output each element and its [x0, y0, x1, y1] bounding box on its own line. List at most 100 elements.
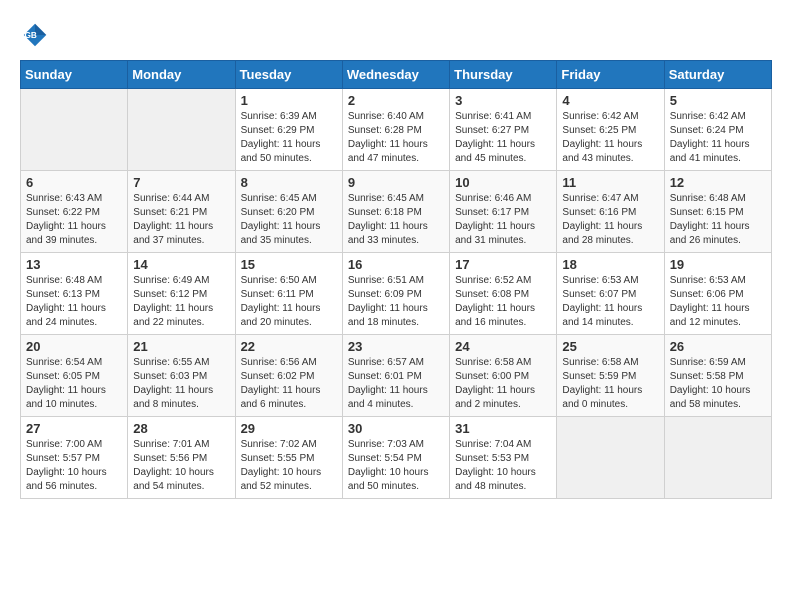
day-number: 20 — [26, 339, 122, 354]
day-info: Sunrise: 6:46 AM Sunset: 6:17 PM Dayligh… — [455, 192, 551, 248]
calendar-cell: 19 Sunrise: 6:53 AM Sunset: 6:06 PM Dayli… — [664, 253, 771, 335]
calendar-cell: 15Sunrise: 6:50 AM Sunset: 6:11 PM Dayli… — [235, 253, 342, 335]
day-info: Sunrise: 6:53 AM Sunset: 6:07 PM Dayligh… — [562, 274, 658, 330]
day-info: Sunrise: 6:52 AM Sunset: 6:08 PM Dayligh… — [455, 274, 551, 330]
calendar-cell: 27 Sunrise: 7:00 AM Sunset: 5:57 PM Dayli… — [21, 417, 128, 499]
calendar-cell: 10 Sunrise: 6:46 AM Sunset: 6:17 PM Dayli… — [450, 171, 557, 253]
calendar-cell: 29Sunrise: 7:02 AM Sunset: 5:55 PM Dayli… — [235, 417, 342, 499]
day-info: Sunrise: 7:00 AM Sunset: 5:57 PM Dayligh… — [26, 438, 122, 494]
logo-icon: GB — [20, 20, 50, 50]
day-info: Sunrise: 6:42 AM Sunset: 6:25 PM Dayligh… — [562, 110, 658, 166]
page-header: GB — [20, 20, 772, 50]
calendar-cell: 23 Sunrise: 6:57 AM Sunset: 6:01 PM Dayli… — [342, 335, 449, 417]
calendar-cell: 28 Sunrise: 7:01 AM Sunset: 5:56 PM Dayli… — [128, 417, 235, 499]
calendar-cell: 13Sunrise: 6:48 AM Sunset: 6:13 PM Dayli… — [21, 253, 128, 335]
calendar-cell: 20 Sunrise: 6:54 AM Sunset: 6:05 PM Dayli… — [21, 335, 128, 417]
day-info: Sunrise: 6:58 AM Sunset: 5:59 PM Dayligh… — [562, 356, 658, 412]
day-number: 21 — [133, 339, 229, 354]
day-info: Sunrise: 6:47 AM Sunset: 6:16 PM Dayligh… — [562, 192, 658, 248]
calendar-cell: 12Sunrise: 6:48 AM Sunset: 6:15 PM Dayli… — [664, 171, 771, 253]
calendar-cell: 18 Sunrise: 6:53 AM Sunset: 6:07 PM Dayli… — [557, 253, 664, 335]
day-number: 26 — [670, 339, 766, 354]
day-info: Sunrise: 6:45 AM Sunset: 6:20 PM Dayligh… — [241, 192, 337, 248]
calendar-cell: 14Sunrise: 6:49 AM Sunset: 6:12 PM Dayli… — [128, 253, 235, 335]
day-number: 29 — [241, 421, 337, 436]
day-number: 14 — [133, 257, 229, 272]
day-number: 3 — [455, 93, 551, 108]
calendar-cell: 9 Sunrise: 6:45 AM Sunset: 6:18 PM Daylig… — [342, 171, 449, 253]
calendar-cell: 31Sunrise: 7:04 AM Sunset: 5:53 PM Dayli… — [450, 417, 557, 499]
day-number: 11 — [562, 175, 658, 190]
day-info: Sunrise: 6:43 AM Sunset: 6:22 PM Dayligh… — [26, 192, 122, 248]
day-number: 18 — [562, 257, 658, 272]
calendar-cell — [557, 417, 664, 499]
day-info: Sunrise: 6:58 AM Sunset: 6:00 PM Dayligh… — [455, 356, 551, 412]
day-number: 31 — [455, 421, 551, 436]
calendar-cell: 3Sunrise: 6:41 AM Sunset: 6:27 PM Daylig… — [450, 89, 557, 171]
calendar-cell: 17 Sunrise: 6:52 AM Sunset: 6:08 PM Dayli… — [450, 253, 557, 335]
calendar-cell: 1Sunrise: 6:39 AM Sunset: 6:29 PM Daylig… — [235, 89, 342, 171]
calendar-cell — [21, 89, 128, 171]
day-info: Sunrise: 6:42 AM Sunset: 6:24 PM Dayligh… — [670, 110, 766, 166]
calendar-cell: 4 Sunrise: 6:42 AM Sunset: 6:25 PM Daylig… — [557, 89, 664, 171]
calendar-cell: 21 Sunrise: 6:55 AM Sunset: 6:03 PM Dayli… — [128, 335, 235, 417]
calendar-cell — [128, 89, 235, 171]
weekday-header: Wednesday — [342, 61, 449, 89]
day-info: Sunrise: 6:48 AM Sunset: 6:15 PM Dayligh… — [670, 192, 766, 248]
calendar-header: SundayMondayTuesdayWednesdayThursdayFrid… — [21, 61, 772, 89]
weekday-header: Friday — [557, 61, 664, 89]
day-info: Sunrise: 6:55 AM Sunset: 6:03 PM Dayligh… — [133, 356, 229, 412]
weekday-row: SundayMondayTuesdayWednesdayThursdayFrid… — [21, 61, 772, 89]
calendar-cell: 24 Sunrise: 6:58 AM Sunset: 6:00 PM Dayli… — [450, 335, 557, 417]
calendar-week: 20 Sunrise: 6:54 AM Sunset: 6:05 PM Dayli… — [21, 335, 772, 417]
calendar-cell: 16Sunrise: 6:51 AM Sunset: 6:09 PM Dayli… — [342, 253, 449, 335]
day-number: 22 — [241, 339, 337, 354]
day-info: Sunrise: 6:44 AM Sunset: 6:21 PM Dayligh… — [133, 192, 229, 248]
day-number: 28 — [133, 421, 229, 436]
day-info: Sunrise: 6:40 AM Sunset: 6:28 PM Dayligh… — [348, 110, 444, 166]
calendar-table: SundayMondayTuesdayWednesdayThursdayFrid… — [20, 60, 772, 499]
day-info: Sunrise: 7:01 AM Sunset: 5:56 PM Dayligh… — [133, 438, 229, 494]
day-number: 10 — [455, 175, 551, 190]
day-number: 23 — [348, 339, 444, 354]
calendar-week: 13Sunrise: 6:48 AM Sunset: 6:13 PM Dayli… — [21, 253, 772, 335]
calendar-cell: 6 Sunrise: 6:43 AM Sunset: 6:22 PM Daylig… — [21, 171, 128, 253]
calendar-cell: 2Sunrise: 6:40 AM Sunset: 6:28 PM Daylig… — [342, 89, 449, 171]
calendar-week: 6 Sunrise: 6:43 AM Sunset: 6:22 PM Daylig… — [21, 171, 772, 253]
day-info: Sunrise: 6:56 AM Sunset: 6:02 PM Dayligh… — [241, 356, 337, 412]
day-number: 17 — [455, 257, 551, 272]
day-number: 1 — [241, 93, 337, 108]
weekday-header: Saturday — [664, 61, 771, 89]
weekday-header: Thursday — [450, 61, 557, 89]
day-number: 24 — [455, 339, 551, 354]
calendar-cell: 11 Sunrise: 6:47 AM Sunset: 6:16 PM Dayli… — [557, 171, 664, 253]
day-info: Sunrise: 6:54 AM Sunset: 6:05 PM Dayligh… — [26, 356, 122, 412]
day-info: Sunrise: 6:59 AM Sunset: 5:58 PM Dayligh… — [670, 356, 766, 412]
day-info: Sunrise: 6:48 AM Sunset: 6:13 PM Dayligh… — [26, 274, 122, 330]
day-info: Sunrise: 6:50 AM Sunset: 6:11 PM Dayligh… — [241, 274, 337, 330]
day-info: Sunrise: 6:57 AM Sunset: 6:01 PM Dayligh… — [348, 356, 444, 412]
calendar-cell: 7 Sunrise: 6:44 AM Sunset: 6:21 PM Daylig… — [128, 171, 235, 253]
logo: GB — [20, 20, 54, 50]
calendar-week: 1Sunrise: 6:39 AM Sunset: 6:29 PM Daylig… — [21, 89, 772, 171]
weekday-header: Sunday — [21, 61, 128, 89]
day-number: 4 — [562, 93, 658, 108]
calendar-week: 27 Sunrise: 7:00 AM Sunset: 5:57 PM Dayli… — [21, 417, 772, 499]
day-info: Sunrise: 6:53 AM Sunset: 6:06 PM Dayligh… — [670, 274, 766, 330]
day-info: Sunrise: 7:03 AM Sunset: 5:54 PM Dayligh… — [348, 438, 444, 494]
weekday-header: Tuesday — [235, 61, 342, 89]
calendar-cell: 8Sunrise: 6:45 AM Sunset: 6:20 PM Daylig… — [235, 171, 342, 253]
weekday-header: Monday — [128, 61, 235, 89]
calendar-cell: 26 Sunrise: 6:59 AM Sunset: 5:58 PM Dayli… — [664, 335, 771, 417]
day-number: 27 — [26, 421, 122, 436]
day-number: 9 — [348, 175, 444, 190]
day-number: 6 — [26, 175, 122, 190]
day-number: 7 — [133, 175, 229, 190]
calendar-cell: 30Sunrise: 7:03 AM Sunset: 5:54 PM Dayli… — [342, 417, 449, 499]
day-number: 19 — [670, 257, 766, 272]
calendar-cell: 5 Sunrise: 6:42 AM Sunset: 6:24 PM Daylig… — [664, 89, 771, 171]
svg-text:GB: GB — [25, 31, 37, 40]
day-number: 5 — [670, 93, 766, 108]
calendar-cell: 22 Sunrise: 6:56 AM Sunset: 6:02 PM Dayli… — [235, 335, 342, 417]
day-info: Sunrise: 6:45 AM Sunset: 6:18 PM Dayligh… — [348, 192, 444, 248]
